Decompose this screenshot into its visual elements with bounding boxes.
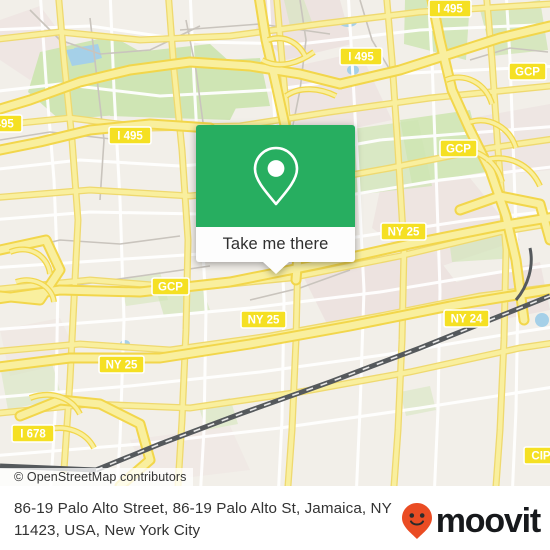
map-attribution: © OpenStreetMap contributors	[0, 468, 193, 486]
moovit-pin-icon	[401, 503, 432, 539]
moovit-map-screenshot: I 495 I 495 GCP I 495 I 495 GCP NY 25 GC…	[0, 0, 550, 550]
svg-text:NY 25: NY 25	[388, 227, 420, 239]
address-text: 86-19 Palo Alto Street, 86-19 Palo Alto …	[14, 500, 392, 539]
svg-text:GCP: GCP	[158, 282, 183, 294]
svg-text:NY 25: NY 25	[248, 315, 280, 327]
svg-text:GCP: GCP	[515, 67, 540, 79]
card-pointer	[262, 262, 289, 274]
svg-text:I 678: I 678	[20, 429, 46, 441]
take-me-there-card[interactable]: Take me there	[196, 125, 355, 274]
svg-text:I 495: I 495	[0, 119, 14, 131]
svg-text:GCP: GCP	[446, 144, 471, 156]
svg-text:NY 24: NY 24	[451, 314, 483, 326]
svg-text:CIP: CIP	[531, 451, 550, 463]
svg-text:I 495: I 495	[117, 131, 143, 143]
svg-text:I 495: I 495	[437, 4, 463, 16]
card-icon-area	[196, 125, 355, 227]
moovit-wordmark: moovit	[435, 502, 541, 540]
take-me-there-label: Take me there	[222, 235, 329, 253]
moovit-logo[interactable]: moovit	[401, 502, 541, 540]
map-pin-icon	[253, 146, 298, 206]
svg-text:NY 25: NY 25	[106, 360, 138, 372]
card-action-area[interactable]: Take me there	[196, 227, 355, 274]
svg-text:I 495: I 495	[348, 52, 374, 64]
footer-bar: 86-19 Palo Alto Street, 86-19 Palo Alto …	[0, 486, 550, 550]
